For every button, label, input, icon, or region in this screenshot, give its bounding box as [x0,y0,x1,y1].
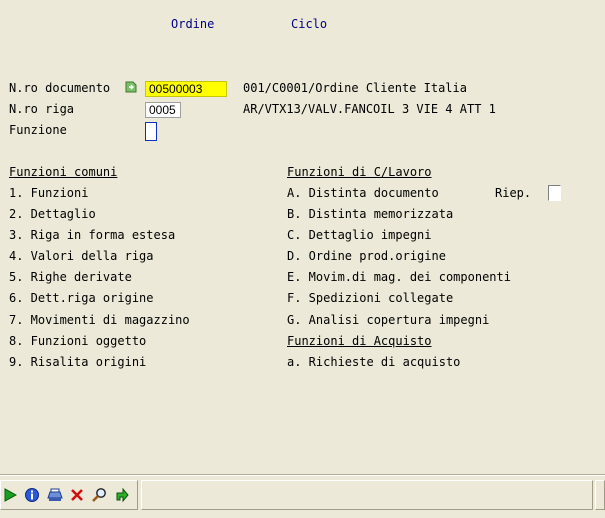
menu-item-1[interactable]: 1. Funzioni [9,186,88,200]
delete-icon[interactable] [67,485,86,504]
toolbar-separator-highlight [0,475,605,476]
run-icon[interactable] [0,485,19,504]
documento-description: 001/C0001/Ordine Cliente Italia [243,81,467,95]
riga-field[interactable]: 0005 [145,102,181,118]
documento-label: N.ro documento [9,81,111,95]
funzione-label: Funzione [9,123,67,137]
main-screen: Ordine Ciclo N.ro documento 00500003 001… [0,0,605,518]
menu-item-7[interactable]: 7. Movimenti di magazzino [9,313,190,327]
funzione-field[interactable] [145,122,157,141]
status-area [141,480,593,510]
menu-item-3[interactable]: 3. Riga in forma estesa [9,228,175,242]
menu-item-e[interactable]: E. Movim.di mag. dei componenti [287,270,511,284]
zoom-icon[interactable] [89,485,108,504]
menu-item-b[interactable]: B. Distinta memorizzata [287,207,453,221]
lookup-icon[interactable] [124,80,138,94]
menu-item-d[interactable]: D. Ordine prod.origine [287,249,446,263]
menu-item-9[interactable]: 9. Risalita origini [9,355,146,369]
tab-ordine[interactable]: Ordine [171,17,214,31]
menu-item-2[interactable]: 2. Dettaglio [9,207,96,221]
riga-label: N.ro riga [9,102,75,116]
print-icon[interactable] [45,485,64,504]
menu-item-8[interactable]: 8. Funzioni oggetto [9,334,146,348]
menu-item-f[interactable]: F. Spedizioni collegate [287,291,453,305]
menu-item-5[interactable]: 5. Righe derivate [9,270,132,284]
menu-item-a-lower[interactable]: a. Richieste di acquisto [287,355,460,369]
tab-ciclo[interactable]: Ciclo [291,17,327,31]
riep-checkbox[interactable] [548,185,561,201]
funzioni-acquisto-title: Funzioni di Acquisto [287,334,432,348]
exit-icon[interactable] [112,485,131,504]
riep-label: Riep. [495,186,532,200]
funzioni-comuni-title: Funzioni comuni [9,165,118,179]
menu-item-c[interactable]: C. Dettaglio impegni [287,228,432,242]
funzioni-clavoro-title: Funzioni di C/Lavoro [287,165,432,179]
menu-item-6[interactable]: 6. Dett.riga origine [9,291,154,305]
menu-item-a[interactable]: A. Distinta documento [287,186,439,200]
riga-description: AR/VTX13/VALV.FANCOIL 3 VIE 4 ATT 1 [243,102,496,116]
info-icon[interactable] [22,485,41,504]
menu-item-g[interactable]: G. Analisi copertura impegni [287,313,489,327]
status-area-end [595,480,605,510]
documento-field[interactable]: 00500003 [145,81,227,97]
menu-item-4[interactable]: 4. Valori della riga [9,249,154,263]
